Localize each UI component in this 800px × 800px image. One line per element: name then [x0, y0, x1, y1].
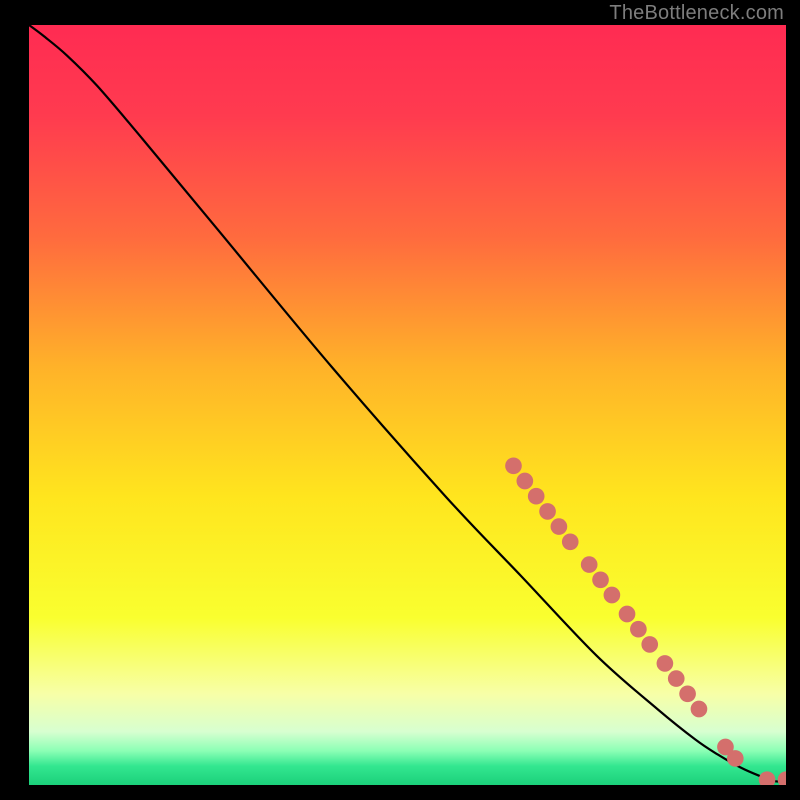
marker-dot — [517, 473, 534, 490]
marker-dot — [657, 655, 674, 672]
marker-dot — [691, 701, 708, 718]
marker-dot — [679, 685, 696, 702]
marker-dot — [641, 636, 658, 653]
marker-dot — [539, 503, 556, 520]
marker-dot — [619, 606, 636, 623]
marker-dot — [630, 621, 647, 638]
chart-svg — [29, 25, 786, 785]
marker-dot — [551, 518, 568, 535]
marker-dot — [562, 533, 579, 550]
marker-dot — [727, 750, 744, 767]
marker-dot — [592, 571, 609, 588]
attribution-label: TheBottleneck.com — [609, 2, 784, 25]
marker-dot — [581, 556, 598, 573]
marker-dot — [505, 457, 522, 474]
chart-stage: TheBottleneck.com — [0, 0, 800, 800]
marker-dot — [604, 587, 621, 604]
marker-dot — [528, 488, 545, 505]
marker-dot — [668, 670, 685, 687]
plot-area — [29, 25, 786, 785]
